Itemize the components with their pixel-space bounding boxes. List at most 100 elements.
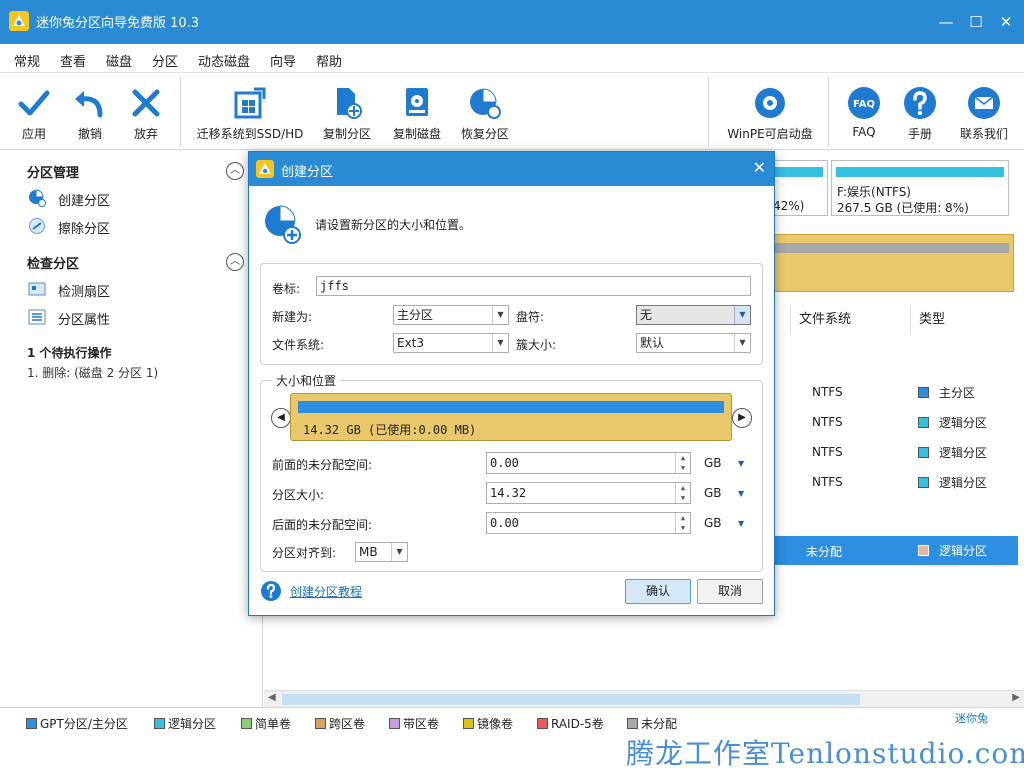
- legend-item: 逻辑分区: [154, 715, 216, 732]
- drive-letter-select[interactable]: 无 ▼: [636, 305, 751, 325]
- cancel-button[interactable]: 取消: [697, 579, 763, 604]
- pending-operation-item[interactable]: 1. 删除: (磁盘 2 分区 1): [27, 364, 158, 381]
- move-right-arrow-icon[interactable]: ▶: [732, 408, 752, 428]
- maximize-button[interactable]: ☐: [966, 12, 986, 32]
- chevron-down-icon: ▼: [734, 334, 750, 352]
- recover-partition-button[interactable]: 恢复分区: [454, 73, 516, 150]
- volume-label-label: 卷标:: [272, 282, 301, 296]
- spinner-up-down-icon[interactable]: ▲ ▼: [675, 453, 690, 473]
- type-color-swatch: [918, 545, 929, 556]
- check-icon: [18, 90, 50, 116]
- partition-size-input[interactable]: 14.32 ▲ ▼: [486, 482, 691, 504]
- toolbar-separator: [708, 77, 709, 146]
- unit-dropdown-icon[interactable]: ▼: [738, 459, 744, 468]
- create-partition-tutorial-link[interactable]: 创建分区教程: [290, 583, 362, 600]
- unit-dropdown-icon[interactable]: ▼: [738, 519, 744, 528]
- usage-bar: [771, 167, 823, 177]
- discard-button[interactable]: 放弃: [118, 73, 174, 150]
- unallocated-before-input[interactable]: 0.00 ▲ ▼: [486, 452, 691, 474]
- unallocated-disk-strip[interactable]: [770, 234, 1014, 292]
- close-window-button[interactable]: ✕: [996, 12, 1016, 32]
- unit-label: GB: [704, 516, 722, 530]
- cluster-size-select[interactable]: 默认 ▼: [636, 333, 751, 353]
- winpe-button[interactable]: WinPE可启动盘: [720, 73, 820, 150]
- dialog-title-bar: 创建分区 ✕: [249, 152, 774, 186]
- row-type: 主分区: [918, 384, 975, 401]
- brand-logo: 迷你兔: [955, 712, 988, 725]
- menu-wizard[interactable]: 向导: [270, 51, 296, 70]
- legend-swatch: [537, 718, 548, 729]
- spinner-up-down-icon[interactable]: ▲ ▼: [675, 513, 690, 533]
- row-type: 逻辑分区: [918, 542, 987, 559]
- contact-button[interactable]: 联系我们: [952, 73, 1016, 150]
- faq-button[interactable]: FAQ FAQ: [838, 73, 890, 150]
- scrollbar-thumb[interactable]: [282, 694, 860, 705]
- menu-general[interactable]: 常规: [14, 51, 40, 70]
- title-bar: 迷你兔分区向导免费版 10.3 — ☐ ✕: [0, 0, 1024, 44]
- help-icon[interactable]: [260, 580, 282, 602]
- column-header-type[interactable]: 类型: [910, 306, 1020, 334]
- disk-partition-card[interactable]: 42%): [766, 160, 828, 216]
- volume-label-input[interactable]: jffs: [316, 276, 751, 296]
- collapse-up-icon[interactable]: ︿: [226, 253, 244, 271]
- column-header-filesystem[interactable]: 文件系统: [790, 306, 910, 334]
- menu-dynamic-disk[interactable]: 动态磁盘: [198, 51, 250, 70]
- copy-disk-button[interactable]: 复制磁盘: [386, 73, 448, 150]
- minimize-button[interactable]: —: [936, 12, 956, 32]
- apply-button[interactable]: 应用: [6, 73, 62, 150]
- svg-text:FAQ: FAQ: [853, 99, 875, 110]
- horizontal-scrollbar[interactable]: ◀ ▶: [264, 690, 1024, 707]
- menu-disk[interactable]: 磁盘: [106, 51, 132, 70]
- dialog-instructions: 请设置新分区的大小和位置。: [315, 218, 472, 232]
- partition-used-bar: [298, 401, 724, 413]
- scroll-right-arrow-icon[interactable]: ▶: [1012, 692, 1020, 703]
- legend-swatch: [463, 718, 474, 729]
- partition-size-block[interactable]: 14.32 GB (已使用:0.00 MB): [290, 393, 732, 441]
- unallocated-before-label: 前面的未分配空间:: [272, 458, 373, 472]
- unallocated-bar: [775, 243, 1009, 253]
- row-filesystem: NTFS: [812, 385, 843, 399]
- type-color-swatch: [918, 447, 929, 458]
- question-icon: [904, 87, 936, 119]
- row-filesystem: NTFS: [812, 445, 843, 459]
- menu-partition[interactable]: 分区: [152, 51, 178, 70]
- toolbar: 应用 撤销 放弃 迁移系统到SSD/HD 复制分区 复制磁盘 恢复分区 WinP…: [0, 73, 1024, 150]
- legend-item: 带区卷: [389, 715, 439, 732]
- collapse-up-icon[interactable]: ︿: [226, 162, 244, 180]
- manual-button[interactable]: 手册: [894, 73, 946, 150]
- undo-button[interactable]: 撤销: [62, 73, 118, 150]
- legend-item: 镜像卷: [463, 715, 513, 732]
- size-position-title: 大小和位置: [272, 372, 341, 389]
- unit-label: GB: [704, 486, 722, 500]
- spinner-up-down-icon[interactable]: ▲ ▼: [675, 483, 690, 503]
- table-row-selected[interactable]: 未分配 逻辑分区: [774, 536, 1018, 565]
- create-partition-icon: [265, 205, 301, 244]
- pending-operations-title: 1 个待执行操作: [27, 346, 112, 360]
- filesystem-select[interactable]: Ext3 ▼: [393, 333, 509, 353]
- scroll-left-arrow-icon[interactable]: ◀: [268, 692, 276, 703]
- properties-list-icon: [28, 309, 46, 325]
- move-left-arrow-icon[interactable]: ◀: [271, 408, 291, 428]
- align-to-select[interactable]: MB ▼: [355, 542, 408, 562]
- type-color-swatch: [918, 477, 929, 488]
- app-logo-icon: [9, 11, 29, 31]
- unallocated-after-input[interactable]: 0.00 ▲ ▼: [486, 512, 691, 534]
- app-logo-icon: [256, 160, 274, 178]
- dialog-title: 创建分区: [281, 165, 334, 180]
- bootable-disc-icon: [755, 88, 785, 118]
- disk-partition-card-f[interactable]: F:娱乐(NTFS) 267.5 GB (已使用: 8%): [831, 160, 1009, 216]
- row-type: 逻辑分区: [918, 474, 987, 491]
- unit-label: GB: [704, 456, 722, 470]
- dialog-close-button[interactable]: ✕: [753, 158, 766, 177]
- row-filesystem: NTFS: [812, 415, 843, 429]
- menu-view[interactable]: 查看: [60, 51, 86, 70]
- copy-partition-button[interactable]: 复制分区: [316, 73, 378, 150]
- ok-button[interactable]: 确认: [625, 579, 691, 604]
- menu-help[interactable]: 帮助: [316, 51, 342, 70]
- toolbar-separator: [828, 77, 829, 146]
- create-as-select[interactable]: 主分区 ▼: [393, 305, 509, 325]
- type-color-swatch: [918, 387, 929, 398]
- create-as-label: 新建为:: [272, 310, 313, 324]
- unit-dropdown-icon[interactable]: ▼: [738, 489, 744, 498]
- migrate-os-button[interactable]: 迁移系统到SSD/HD: [192, 73, 308, 150]
